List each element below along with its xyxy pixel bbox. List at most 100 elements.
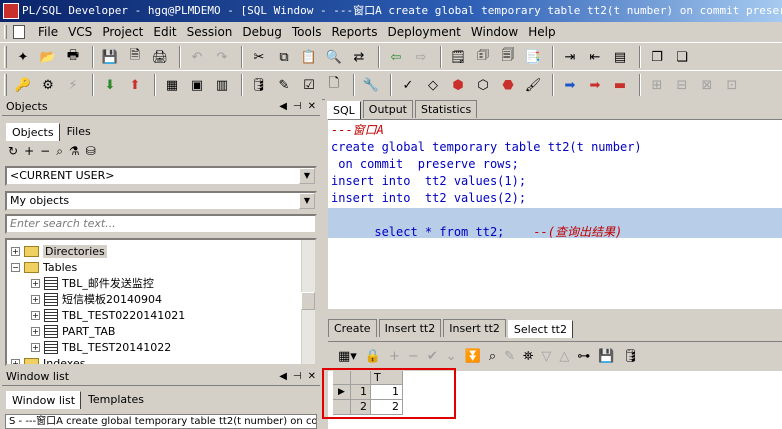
chevron-down-icon[interactable]: ▼ (299, 193, 315, 209)
remove-icon[interactable]: − (40, 144, 50, 159)
next-bookmark-icon[interactable]: 🗊 (472, 46, 494, 68)
break-icon[interactable]: ⚡ (62, 74, 84, 96)
save-all-icon[interactable]: 🗎 (124, 46, 146, 68)
grid-view-icon[interactable]: ▦▾ (338, 349, 357, 364)
expand-icon[interactable]: + (31, 326, 40, 336)
filter-select[interactable]: My objects ▼ (5, 191, 317, 211)
post-icon[interactable]: ✔ (427, 349, 438, 364)
grid-cell[interactable]: 2 (371, 400, 403, 415)
disabled-tool-icon[interactable]: ⊟ (671, 74, 693, 96)
copy-icon[interactable]: ⧉ (273, 46, 295, 68)
add-row-icon[interactable]: + (389, 349, 400, 364)
car-icon[interactable]: ▬ (609, 74, 631, 96)
expand-icon[interactable]: + (11, 358, 20, 364)
filter-icon[interactable]: ⚗ (69, 144, 80, 159)
fetch-next-icon[interactable]: ⌄ (446, 349, 457, 364)
clear-icon[interactable]: ✎ (504, 349, 515, 364)
brush-icon[interactable]: 🖌 (522, 74, 544, 96)
disabled-tool-icon[interactable]: ⊡ (721, 74, 743, 96)
goto-icon[interactable]: 📑 (522, 46, 544, 68)
indent-icon[interactable]: ⇥ (559, 46, 581, 68)
comment-icon[interactable]: ▤ (609, 46, 631, 68)
replace-icon[interactable]: ⇄ (348, 46, 370, 68)
tab-statistics[interactable]: Statistics (415, 100, 478, 118)
tree-node-indexes[interactable]: + Indexes (11, 355, 85, 364)
expand-icon[interactable]: + (31, 294, 40, 304)
menu-window[interactable]: Window (466, 25, 523, 39)
disabled-tool-icon[interactable]: ⊠ (696, 74, 718, 96)
expand-icon[interactable]: + (31, 310, 40, 320)
new-icon[interactable]: ✦ (12, 46, 34, 68)
tree-scrollbar-thumb[interactable] (301, 292, 315, 310)
disabled-tool-icon[interactable]: ⊞ (646, 74, 668, 96)
key-icon[interactable]: 🔑 (12, 74, 34, 96)
menu-session[interactable]: Session (182, 25, 238, 39)
window-list-item[interactable]: S - ---窗口A create global temporary table… (5, 414, 317, 429)
rollback-icon[interactable]: ⬆ (124, 74, 146, 96)
find-icon[interactable]: 🔍 (323, 46, 345, 68)
menu-project[interactable]: Project (97, 25, 148, 39)
tree-view-icon[interactable]: ⊶ (577, 349, 590, 364)
sort-desc-icon[interactable]: ▽ (541, 349, 551, 364)
print-icon[interactable]: 🖶 (62, 46, 84, 68)
explain-plan-icon[interactable]: ▥ (211, 74, 233, 96)
close-icon[interactable]: ✕ (308, 101, 316, 112)
tab-sql[interactable]: SQL (327, 101, 361, 119)
forward-icon[interactable]: ⇨ (410, 46, 432, 68)
menu-file[interactable]: File (33, 25, 63, 39)
object-tree[interactable]: + Directories − Tables + TBL_邮件发送监控 + 短信… (5, 238, 317, 366)
menu-edit[interactable]: Edit (148, 25, 181, 39)
cube-red-icon[interactable]: ⬢ (447, 74, 469, 96)
minimize-icon[interactable]: ◀ (279, 371, 287, 382)
undo-icon[interactable]: ↶ (186, 46, 208, 68)
cut-icon[interactable]: ✂ (248, 46, 270, 68)
expand-icon[interactable]: + (31, 342, 40, 352)
delete-row-icon[interactable]: − (408, 349, 419, 364)
database-icon[interactable]: 🛢 (623, 349, 640, 364)
user-select[interactable]: <CURRENT USER> ▼ (5, 166, 317, 186)
right-arrow-blue-icon[interactable]: ➡ (559, 74, 581, 96)
tile-icon[interactable]: ❐ (646, 46, 668, 68)
tab-insert-2[interactable]: Insert tt2 (443, 319, 506, 337)
result-grid[interactable]: T ▶ 1 1 2 2 (328, 371, 782, 429)
print-preview-icon[interactable]: 🖨 (149, 46, 171, 68)
save-icon[interactable]: 💾 (99, 46, 121, 68)
minimize-icon[interactable]: ◀ (279, 101, 287, 112)
grid-cell[interactable]: 1 (371, 385, 403, 400)
tab-output[interactable]: Output (362, 100, 413, 118)
tab-select[interactable]: Select tt2 (507, 320, 573, 338)
find-grid-icon[interactable]: ⌕ (489, 349, 496, 364)
execute-gear-icon[interactable]: ⚙ (37, 74, 59, 96)
unindent-icon[interactable]: ⇤ (584, 46, 606, 68)
tab-objects[interactable]: Objects (6, 123, 60, 141)
check-icon[interactable]: ☑ (298, 74, 320, 96)
right-arrow-red-icon[interactable]: ➡ (584, 74, 606, 96)
tree-item-table[interactable]: + TBL_TEST0220141021 (31, 307, 185, 323)
expand-icon[interactable]: + (31, 278, 40, 288)
pin-icon[interactable]: ⊣ (293, 371, 302, 382)
document-icon-2[interactable]: 🗋 (323, 74, 345, 96)
chevron-down-icon[interactable]: ▼ (299, 168, 315, 184)
command-window-icon[interactable]: ▣ (186, 74, 208, 96)
menu-deployment[interactable]: Deployment (382, 25, 465, 39)
tree-item-table[interactable]: + 短信模板20140904 (31, 291, 162, 307)
query-by-example-icon[interactable]: ⛯ (523, 349, 533, 364)
tab-files[interactable]: Files (61, 123, 96, 140)
sql-window-icon[interactable]: ▦ (161, 74, 183, 96)
splitter[interactable] (328, 310, 782, 318)
clear-bookmarks-icon[interactable]: 🗐 (497, 46, 519, 68)
expand-icon[interactable]: + (11, 246, 20, 256)
find-object-icon[interactable]: ⌕ (56, 144, 63, 159)
tree-node-directories[interactable]: + Directories (11, 243, 107, 259)
tree-item-table[interactable]: + TBL_邮件发送监控 (31, 275, 154, 291)
cube-icon[interactable]: ⬡ (472, 74, 494, 96)
redo-icon[interactable]: ↷ (211, 46, 233, 68)
paste-icon[interactable]: 📋 (298, 46, 320, 68)
beautify-icon[interactable]: ✓ (397, 74, 419, 96)
add-icon[interactable]: + (24, 144, 34, 159)
refresh-icon[interactable]: ↻ (8, 144, 18, 159)
bookmark-icon[interactable]: 🗒 (447, 46, 469, 68)
sql-editor[interactable]: ---窗口A create global temporary table tt2… (328, 119, 782, 309)
sort-asc-icon[interactable]: △ (559, 349, 569, 364)
document-icon[interactable] (13, 25, 25, 39)
